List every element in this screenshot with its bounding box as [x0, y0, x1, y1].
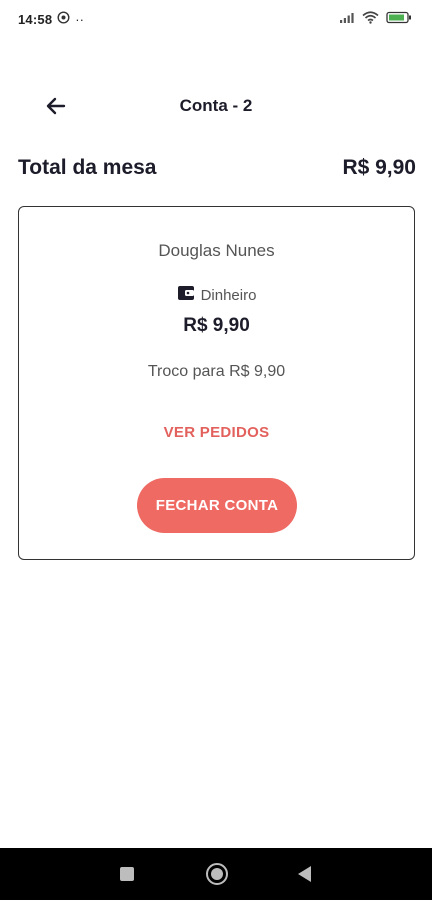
payment-method: Dinheiro [19, 285, 414, 305]
battery-icon [386, 11, 412, 27]
recents-icon[interactable] [120, 867, 134, 881]
total-label: Total da mesa [18, 156, 157, 179]
back-icon[interactable] [298, 866, 311, 882]
status-bar: 14:58 ·· [0, 0, 432, 38]
app-header: Conta - 2 [0, 82, 432, 134]
payment-method-label: Dinheiro [200, 286, 257, 304]
page-title: Conta - 2 [179, 96, 253, 115]
more-indicator: ·· [75, 11, 84, 27]
change-text: Troco para R$ 9,90 [147, 363, 286, 380]
home-icon[interactable] [206, 863, 228, 885]
status-time: 14:58 [18, 11, 53, 27]
card-amount: R$ 9,90 [183, 315, 250, 336]
system-nav-bar [0, 848, 432, 900]
wifi-icon [362, 11, 379, 27]
customer-name: Douglas Nunes [158, 241, 275, 260]
view-orders-button[interactable]: VER PEDIDOS [19, 424, 414, 441]
total-row: Total da mesa R$ 9,90 [18, 152, 416, 184]
account-card: Douglas Nunes Dinheiro R$ 9,90 Troco par… [18, 206, 415, 560]
signal-icon [339, 12, 355, 27]
total-value: R$ 9,90 [342, 156, 416, 179]
status-right [339, 11, 412, 27]
wallet-icon [177, 285, 195, 305]
status-left: 14:58 ·· [18, 11, 84, 27]
whatsapp-icon [57, 11, 70, 27]
close-account-button[interactable]: FECHAR CONTA [137, 478, 297, 533]
